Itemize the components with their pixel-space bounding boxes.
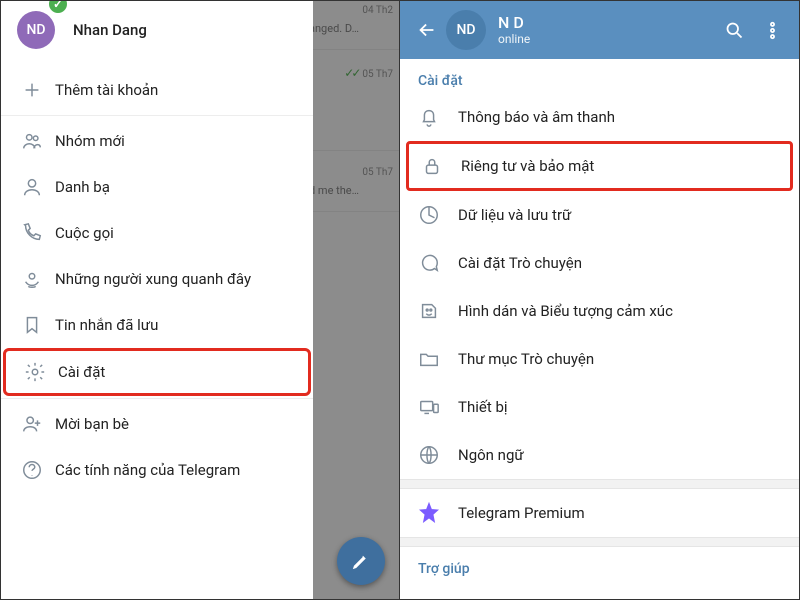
gear-icon: [24, 361, 58, 383]
profile-name: N D: [498, 14, 715, 32]
search-button[interactable]: [715, 20, 753, 41]
account-name: Nhan Dang: [73, 21, 147, 39]
globe-icon: [418, 444, 458, 466]
avatar: ND: [17, 11, 55, 49]
back-button[interactable]: [408, 19, 446, 41]
nearby-icon: [21, 268, 55, 290]
settings-item-label: Ngôn ngữ: [458, 446, 524, 464]
premium-item[interactable]: Telegram Premium: [400, 489, 799, 537]
help-icon: [21, 459, 55, 481]
arrow-left-icon: [416, 19, 438, 41]
people-nearby-item[interactable]: Những người xung quanh đây: [1, 256, 313, 302]
drawer-item-label: Mời bạn bè: [55, 415, 129, 433]
lock-icon: [421, 155, 461, 177]
folder-icon: [418, 348, 458, 370]
settings-item[interactable]: Cài đặt: [3, 348, 311, 396]
drawer-item-label: Cuộc gọi: [55, 224, 114, 242]
settings-item-label: Hình dán và Biểu tượng cảm xúc: [458, 302, 673, 320]
add-person-icon: [21, 413, 55, 435]
profile-status: online: [498, 32, 715, 46]
settings-item-label: Dữ liệu và lưu trữ: [458, 206, 571, 224]
devices-item[interactable]: Thiết bị: [400, 383, 799, 431]
settings-topbar: ND N D online: [400, 1, 799, 59]
plus-icon: [21, 79, 55, 101]
drawer-account-header[interactable]: ND Nhan Dang: [1, 1, 313, 67]
data-storage-item[interactable]: Dữ liệu và lưu trữ: [400, 191, 799, 239]
settings-item-label: Cài đặt Trò chuyện: [458, 254, 582, 272]
drawer-item-label: Những người xung quanh đây: [55, 270, 251, 288]
invite-friends-item[interactable]: Mời bạn bè: [1, 401, 313, 447]
language-item[interactable]: Ngôn ngữ: [400, 431, 799, 479]
section-header: Cài đặt: [400, 59, 799, 93]
section-divider: [400, 537, 799, 547]
sticker-icon: [418, 300, 458, 322]
drawer-item-label: Tin nhắn đã lưu: [55, 316, 158, 334]
settings-item-label: Thông báo và âm thanh: [458, 108, 615, 126]
settings-item-label: Telegram Premium: [458, 504, 585, 522]
topbar-title-block: N D online: [498, 14, 715, 46]
privacy-item[interactable]: Riêng tư và bảo mật: [406, 141, 793, 191]
settings-list: Cài đặt Thông báo và âm thanh Riêng tư v…: [400, 59, 799, 599]
more-vertical-icon: [762, 20, 783, 41]
drawer-item-label: Thêm tài khoản: [55, 81, 158, 99]
contacts-item[interactable]: Danh bạ: [1, 164, 313, 210]
drawer-item-label: Nhóm mới: [55, 132, 125, 150]
notifications-item[interactable]: Thông báo và âm thanh: [400, 93, 799, 141]
search-icon: [724, 20, 745, 41]
group-icon: [21, 130, 55, 152]
section-divider: [400, 479, 799, 489]
navigation-drawer: ND Nhan Dang Thêm tài khoản Nhóm mới Dan…: [1, 1, 313, 599]
devices-icon: [418, 396, 458, 418]
more-button[interactable]: [753, 20, 791, 41]
folders-item[interactable]: Thư mục Trò chuyện: [400, 335, 799, 383]
drawer-item-label: Cài đặt: [58, 363, 105, 381]
data-icon: [418, 204, 458, 226]
settings-screenshot: ND N D online Cài đặt Thông báo và âm th…: [400, 1, 799, 599]
star-icon: [418, 502, 458, 524]
stickers-item[interactable]: Hình dán và Biểu tượng cảm xúc: [400, 287, 799, 335]
compose-fab[interactable]: [337, 537, 385, 585]
settings-item-label: Thiết bị: [458, 398, 508, 416]
drawer-scrim: [309, 1, 399, 599]
drawer-item-label: Các tính năng của Telegram: [55, 461, 240, 479]
section-header: Trợ giúp: [400, 547, 799, 581]
telegram-features-item[interactable]: Các tính năng của Telegram: [1, 447, 313, 493]
person-icon: [21, 176, 55, 198]
phone-icon: [21, 222, 55, 244]
bookmark-icon: [21, 314, 55, 336]
calls-item[interactable]: Cuộc gọi: [1, 210, 313, 256]
bell-icon: [418, 106, 458, 128]
saved-messages-item[interactable]: Tin nhắn đã lưu: [1, 302, 313, 348]
drawer-item-label: Danh bạ: [55, 178, 110, 196]
settings-item-label: Thư mục Trò chuyện: [458, 350, 594, 368]
chat-settings-item[interactable]: Cài đặt Trò chuyện: [400, 239, 799, 287]
drawer-screenshot: 04 Th2 anged. D… ✓✓05 Th7 05 Th7 d me th…: [1, 1, 400, 599]
add-account-item[interactable]: Thêm tài khoản: [1, 67, 313, 113]
avatar[interactable]: ND: [446, 10, 486, 50]
settings-item-label: Riêng tư và bảo mật: [461, 157, 594, 175]
chat-icon: [418, 252, 458, 274]
new-group-item[interactable]: Nhóm mới: [1, 118, 313, 164]
pencil-icon: [351, 551, 371, 571]
